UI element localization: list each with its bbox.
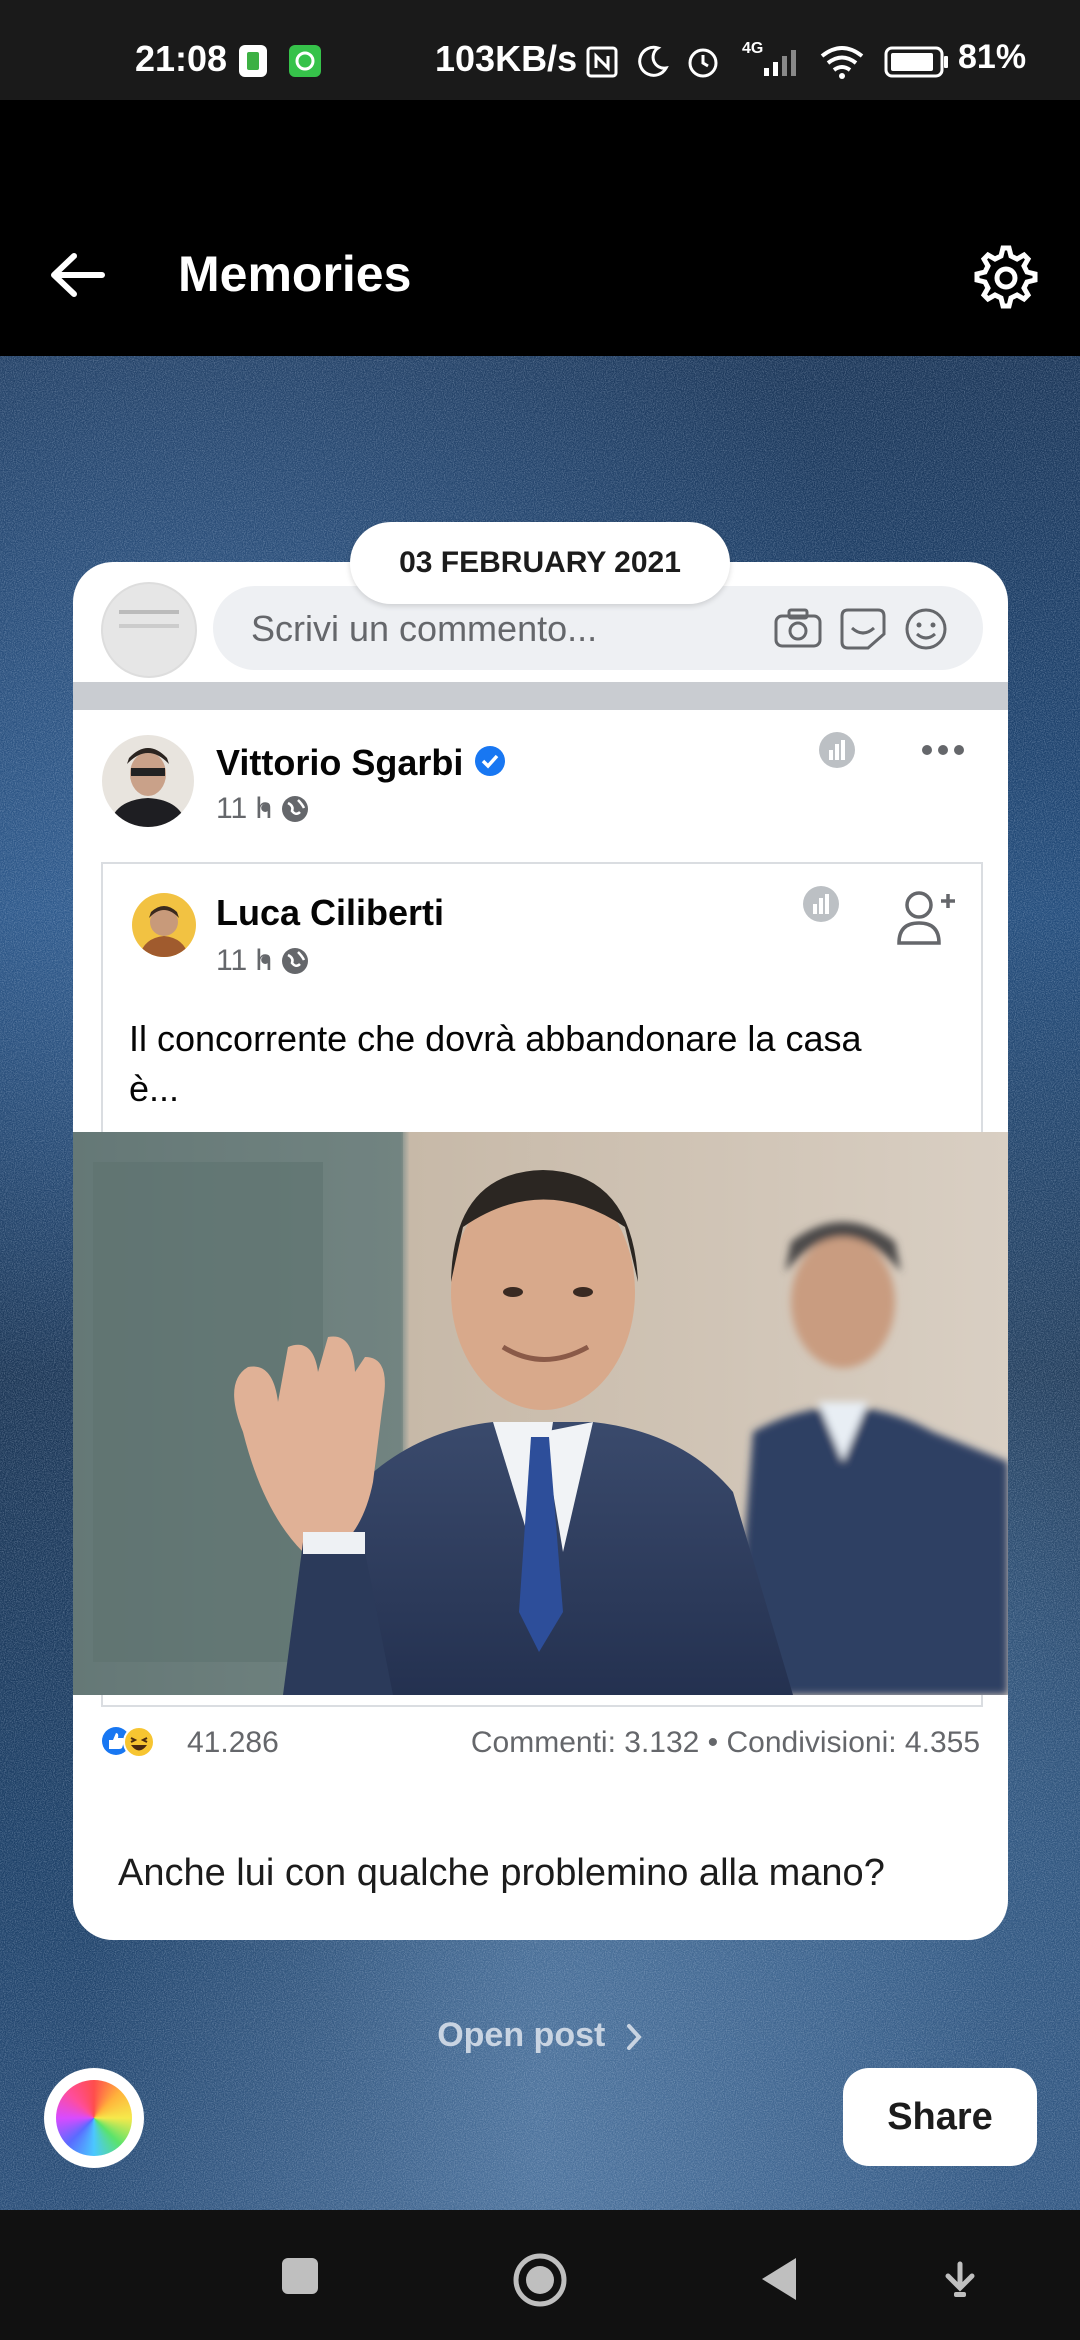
shared-author-name[interactable]: Luca Ciliberti bbox=[216, 892, 444, 934]
memory-caption: Anche lui con qualche problemino alla ma… bbox=[118, 1852, 885, 1894]
shared-post-text-line1: Il concorrente che dovrà abbandonare la … bbox=[129, 1018, 862, 1059]
post-photo[interactable] bbox=[73, 1132, 1008, 1695]
sim-icon bbox=[239, 45, 267, 77]
moon-icon bbox=[638, 45, 669, 77]
share-button[interactable]: Share bbox=[843, 2068, 1037, 2166]
insights-icon[interactable] bbox=[801, 884, 841, 924]
haha-reaction-icon bbox=[123, 1726, 155, 1758]
shared-post-text-line2: è... bbox=[129, 1068, 180, 1109]
shared-post-bottom bbox=[101, 1695, 983, 1707]
color-wheel-icon bbox=[56, 2080, 132, 2156]
memory-card[interactable]: Scrivi un commento... Vittorio Sgarbi 11… bbox=[73, 562, 1008, 1940]
memory-date-badge: 03 FEBRUARY 2021 bbox=[350, 522, 730, 604]
author-name[interactable]: Vittorio Sgarbi bbox=[216, 742, 463, 784]
comment-placeholder: Scrivi un commento... bbox=[251, 608, 598, 649]
network-speed: 103KB/s bbox=[435, 38, 578, 79]
avatar bbox=[101, 582, 197, 678]
recent-apps-icon[interactable] bbox=[278, 2254, 322, 2298]
status-time: 21:08 bbox=[135, 38, 228, 79]
divider bbox=[73, 682, 1008, 710]
add-friend-icon[interactable] bbox=[895, 887, 957, 947]
globe-icon bbox=[282, 796, 308, 822]
reactions-count[interactable]: 41.286 bbox=[187, 1726, 279, 1760]
status-bar: 21:08 103KB/s 4G 81% bbox=[0, 0, 1080, 100]
arrow-left-icon[interactable] bbox=[48, 250, 106, 300]
insights-icon[interactable] bbox=[817, 730, 857, 770]
verified-badge-icon bbox=[475, 746, 505, 776]
post-photo-image bbox=[73, 1132, 1008, 1695]
back-icon[interactable] bbox=[756, 2254, 802, 2304]
shared-author-avatar[interactable] bbox=[131, 892, 197, 958]
page-title: Memories bbox=[178, 246, 412, 302]
comments-shares-count[interactable]: Commenti: 3.132 • Condivisioni: 4.355 bbox=[471, 1726, 980, 1760]
home-icon[interactable] bbox=[510, 2250, 570, 2310]
cell-signal-icon bbox=[764, 50, 796, 76]
gear-icon[interactable] bbox=[968, 242, 1038, 312]
chevron-right-icon bbox=[626, 2024, 642, 2051]
open-post-label: Open post bbox=[437, 2016, 606, 2054]
sticker-icon[interactable] bbox=[838, 606, 888, 652]
camera-icon[interactable] bbox=[773, 606, 823, 650]
emoji-icon[interactable] bbox=[903, 606, 949, 652]
more-options-icon[interactable] bbox=[921, 742, 965, 758]
header: Memories bbox=[0, 100, 1080, 356]
arrow-down-icon[interactable] bbox=[940, 2260, 980, 2300]
author-avatar[interactable] bbox=[101, 734, 195, 828]
battery-percent: 81% bbox=[958, 38, 1027, 76]
globe-icon bbox=[282, 948, 308, 974]
battery-icon bbox=[884, 46, 948, 78]
app-notification-icon bbox=[289, 45, 321, 77]
alarm-icon bbox=[688, 48, 718, 78]
meta-separator: • bbox=[260, 792, 271, 825]
nfc-icon bbox=[586, 46, 618, 78]
system-navigation-bar bbox=[0, 2210, 1080, 2340]
shared-post-text: Il concorrente che dovrà abbandonare la … bbox=[129, 1014, 969, 1114]
open-post-link[interactable]: Open post bbox=[0, 2016, 1080, 2055]
background-color-button[interactable] bbox=[44, 2068, 144, 2168]
meta-separator: • bbox=[260, 944, 271, 977]
wifi-icon bbox=[820, 46, 864, 79]
